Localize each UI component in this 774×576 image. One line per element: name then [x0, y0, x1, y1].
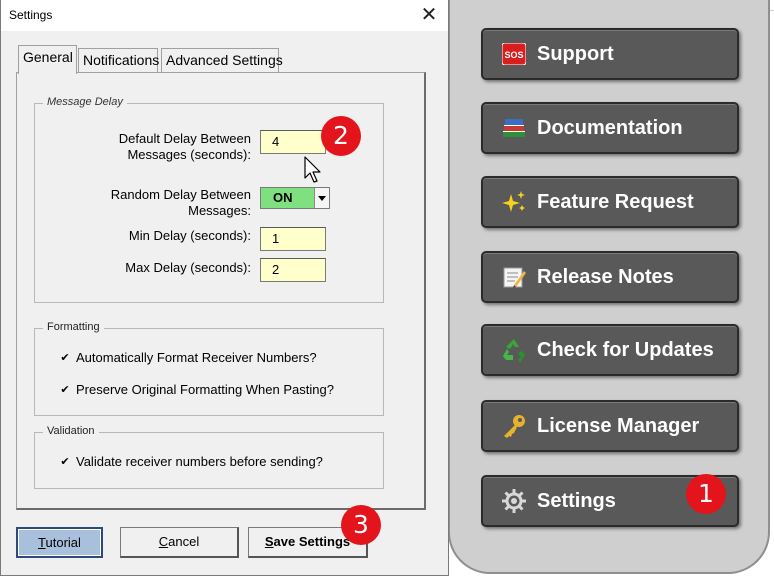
tab-notifications[interactable]: Notifications	[78, 48, 159, 72]
default-delay-input[interactable]: 4	[260, 130, 326, 154]
check-for-updates-label: Check for Updates	[537, 338, 714, 361]
annotation-badge-1: 1	[686, 474, 726, 514]
preserve-formatting-checkbox[interactable]: ✔ Preserve Original Formatting When Past…	[59, 382, 334, 397]
key-icon	[501, 413, 527, 439]
tab-general[interactable]: General	[18, 45, 77, 74]
random-delay-value: ON	[261, 188, 314, 208]
validation-group-title: Validation	[43, 425, 99, 437]
gear-icon	[501, 488, 527, 514]
default-delay-label-line2: Messages (seconds):	[127, 147, 251, 162]
documentation-label: Documentation	[537, 116, 683, 139]
random-delay-label-line1: Random Delay Between	[110, 187, 251, 202]
checkmark-icon: ✔	[60, 351, 70, 364]
close-icon[interactable]: ✕	[418, 3, 440, 27]
formatting-group: Formatting	[34, 321, 384, 416]
random-delay-label: Random Delay Between Messages:	[61, 187, 251, 219]
tutorial-button[interactable]: Tutorial	[16, 527, 103, 558]
message-delay-group-title: Message Delay	[43, 96, 127, 108]
max-delay-label: Max Delay (seconds):	[125, 260, 251, 275]
min-delay-label: Min Delay (seconds):	[128, 228, 251, 243]
validate-numbers-checkbox[interactable]: ✔ Validate receiver numbers before sendi…	[59, 454, 323, 469]
random-delay-select[interactable]: ON	[260, 187, 330, 209]
default-delay-label: Default Delay Between Messages (seconds)…	[61, 131, 251, 163]
support-button[interactable]: SOS Support	[481, 28, 739, 80]
tutorial-accel: T	[38, 535, 46, 550]
sparkles-icon	[501, 189, 527, 215]
release-notes-label: Release Notes	[537, 265, 674, 288]
documentation-button[interactable]: Documentation	[481, 102, 739, 154]
feature-request-label: Feature Request	[537, 190, 694, 213]
cancel-button[interactable]: Cancel	[120, 527, 239, 558]
chevron-down-icon[interactable]	[314, 188, 329, 208]
random-delay-label-line2: Messages:	[188, 203, 251, 218]
dialog-title: Settings	[9, 8, 53, 22]
books-icon	[501, 115, 527, 141]
license-manager-button[interactable]: License Manager	[481, 400, 739, 452]
settings-label: Settings	[537, 489, 616, 512]
cancel-label: ancel	[168, 534, 200, 549]
tutorial-label: utorial	[45, 535, 81, 550]
license-manager-label: License Manager	[537, 414, 700, 437]
min-delay-input[interactable]: 1	[260, 227, 326, 251]
auto-format-label: Automatically Format Receiver Numbers?	[76, 350, 317, 365]
svg-text:SOS: SOS	[504, 50, 523, 60]
cancel-accel: C	[158, 534, 169, 549]
save-settings-label: ave Settings	[273, 534, 351, 549]
release-notes-button[interactable]: Release Notes	[481, 251, 739, 303]
annotation-badge-3: 3	[341, 505, 381, 545]
recycle-icon	[501, 337, 527, 363]
memo-icon	[501, 264, 527, 290]
checkmark-icon: ✔	[60, 383, 70, 396]
support-label: Support	[537, 42, 614, 65]
formatting-group-title: Formatting	[43, 321, 104, 333]
auto-format-checkbox[interactable]: ✔ Automatically Format Receiver Numbers?	[59, 350, 317, 365]
save-accel: S	[264, 534, 274, 549]
preserve-formatting-label: Preserve Original Formatting When Pastin…	[76, 382, 334, 397]
default-delay-label-line1: Default Delay Between	[118, 131, 251, 146]
validate-numbers-label: Validate receiver numbers before sending…	[76, 454, 323, 469]
tab-advanced-settings[interactable]: Advanced Settings	[161, 48, 283, 72]
feature-request-button[interactable]: Feature Request	[481, 176, 739, 228]
check-for-updates-button[interactable]: Check for Updates	[481, 324, 739, 376]
annotation-badge-2: 2	[321, 116, 361, 156]
checkmark-icon: ✔	[60, 455, 70, 468]
max-delay-input[interactable]: 2	[260, 258, 326, 282]
mouse-cursor-icon	[304, 156, 322, 187]
settings-dialog: Settings ✕ General Notifications Advance…	[0, 0, 449, 576]
dialog-titlebar: Settings ✕	[1, 0, 448, 31]
sos-icon: SOS	[501, 41, 527, 67]
